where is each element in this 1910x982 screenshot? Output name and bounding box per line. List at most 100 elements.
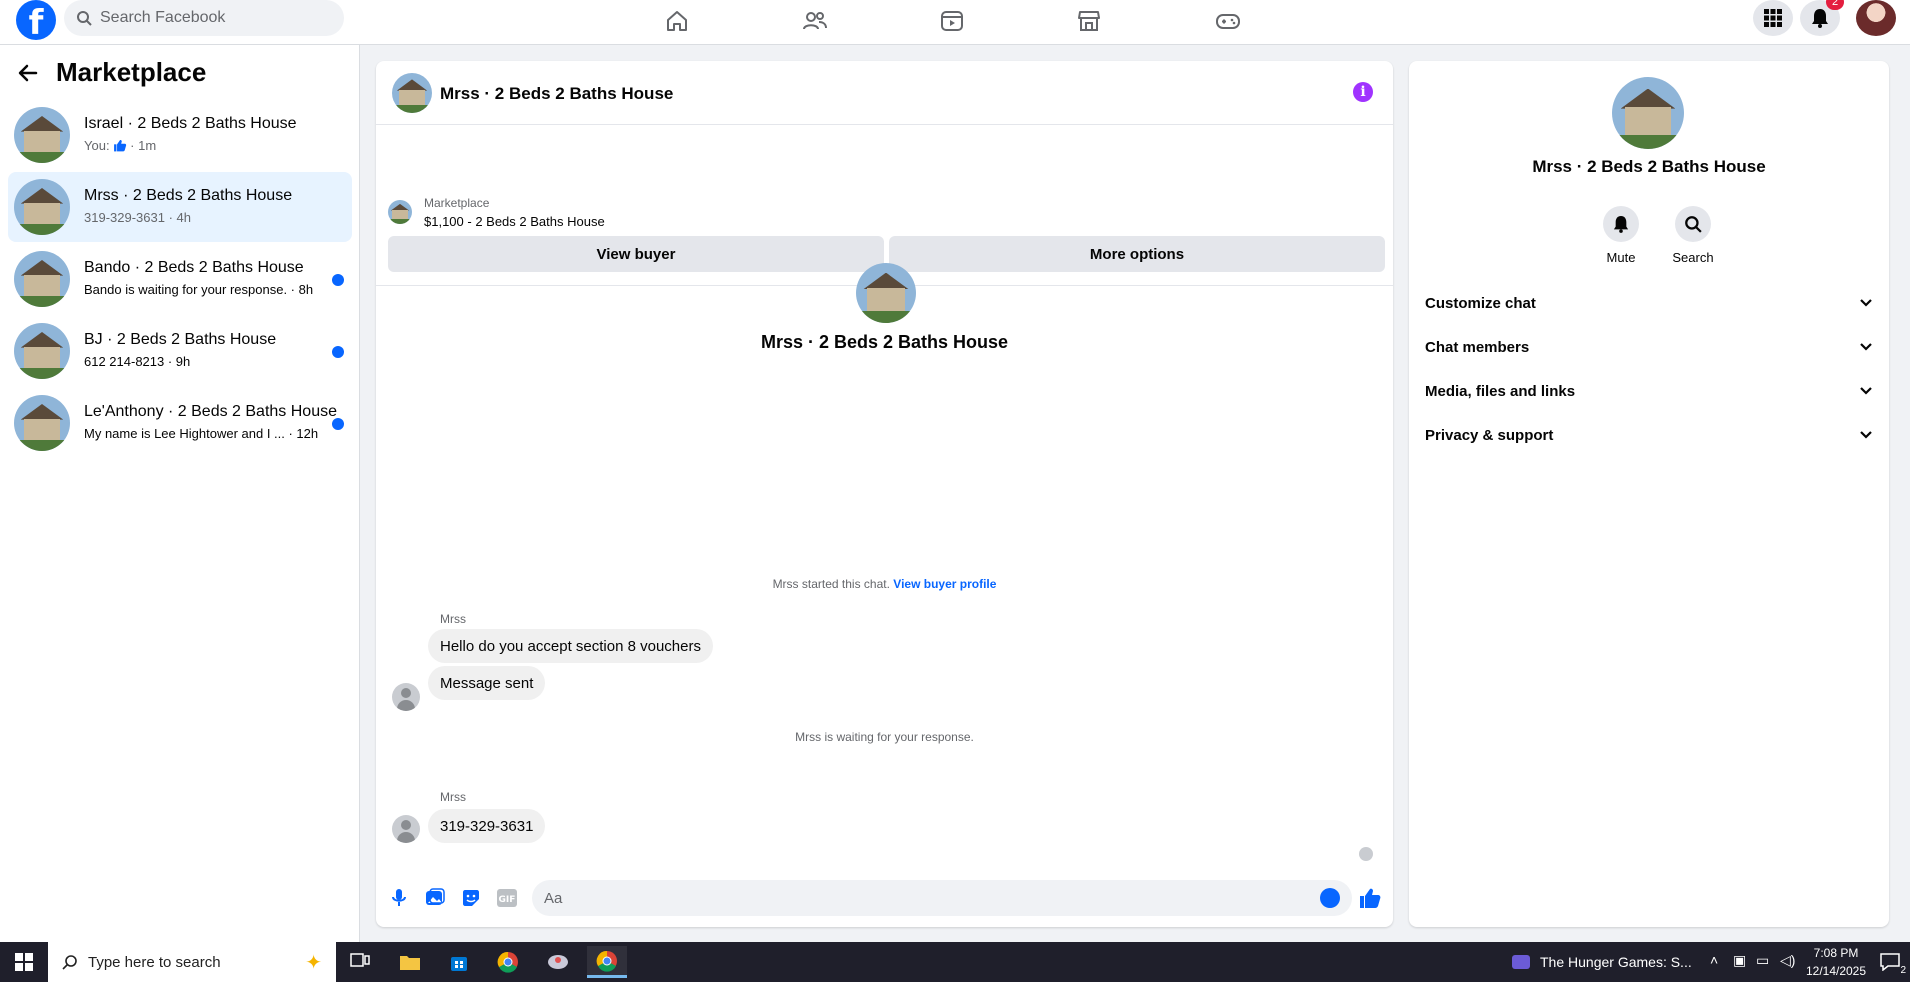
facebook-logo[interactable]: f bbox=[16, 0, 56, 40]
section-label: Privacy & support bbox=[1425, 426, 1554, 444]
preview-prefix: You: bbox=[84, 138, 114, 153]
game-app-icon[interactable] bbox=[538, 946, 578, 978]
conversation-item[interactable]: BJ · 2 Beds 2 Baths House 612 214-8213 · … bbox=[8, 316, 352, 386]
more-options-button[interactable]: More options bbox=[889, 236, 1385, 272]
taskbar-clock[interactable]: 7:08 PM 12/14/2025 bbox=[1804, 944, 1868, 980]
conversation-name: Israel · 2 Beds 2 Baths House bbox=[84, 115, 297, 132]
chevron-down-icon bbox=[1860, 431, 1872, 439]
taskbar-search-input[interactable]: Type here to search ✦ bbox=[48, 942, 336, 982]
chat-started-notice: Mrss started this chat. View buyer profi… bbox=[376, 577, 1393, 591]
conversation-avatar bbox=[14, 395, 70, 451]
camera-tray-icon[interactable]: ▣ bbox=[1733, 952, 1746, 969]
details-avatar bbox=[1612, 77, 1684, 149]
unread-dot bbox=[332, 418, 344, 430]
chevron-down-icon bbox=[1860, 343, 1872, 351]
friends-icon[interactable] bbox=[798, 4, 832, 38]
message-bubble[interactable]: Hello do you accept section 8 vouchers bbox=[428, 629, 713, 663]
conversation-item[interactable]: Le'Anthony · 2 Beds 2 Baths House My name… bbox=[8, 388, 352, 458]
unread-dot bbox=[332, 274, 344, 286]
conversation-avatar bbox=[14, 251, 70, 307]
menu-grid-icon[interactable] bbox=[1753, 0, 1793, 36]
chevron-down-icon bbox=[1860, 387, 1872, 395]
media-widget[interactable]: The Hunger Games: S... bbox=[1512, 942, 1692, 982]
mute-button[interactable]: Mute bbox=[1591, 206, 1651, 265]
emoji-icon[interactable] bbox=[1320, 888, 1340, 908]
conversation-avatar bbox=[14, 107, 70, 163]
volume-icon[interactable]: ◁) bbox=[1780, 952, 1795, 969]
view-buyer-profile-link[interactable]: View buyer profile bbox=[893, 577, 996, 591]
chat-header-avatar[interactable] bbox=[392, 73, 432, 113]
chat-header: Mrss · 2 Beds 2 Baths House i bbox=[376, 61, 1393, 125]
notification-center-icon[interactable]: 2 bbox=[1870, 946, 1910, 978]
preview-text: 319-329-3631 · 4h bbox=[84, 210, 191, 225]
message-input-placeholder: Aa bbox=[544, 889, 563, 907]
marketplace-icon[interactable] bbox=[1072, 4, 1106, 38]
media-app-icon bbox=[1512, 955, 1530, 969]
gif-icon[interactable]: GIF bbox=[496, 887, 518, 909]
microphone-icon[interactable] bbox=[388, 887, 410, 909]
message-input[interactable]: Aa bbox=[532, 880, 1352, 916]
thumbs-up-icon bbox=[113, 138, 130, 153]
home-icon[interactable] bbox=[660, 4, 694, 38]
chrome-icon[interactable] bbox=[488, 946, 528, 978]
photo-icon[interactable] bbox=[424, 887, 446, 909]
conversation-item[interactable]: Mrss · 2 Beds 2 Baths House 319-329-3631 … bbox=[8, 172, 352, 242]
search-in-chat-button[interactable]: Search bbox=[1663, 206, 1723, 265]
message-composer: GIF Aa bbox=[376, 871, 1393, 927]
windows-start-icon[interactable] bbox=[4, 946, 44, 978]
message-bubble[interactable]: Message sent bbox=[428, 666, 546, 700]
mute-label: Mute bbox=[1606, 250, 1636, 265]
chat-center-avatar bbox=[856, 263, 916, 323]
section-label: Chat members bbox=[1425, 338, 1530, 356]
section-privacy-support[interactable]: Privacy & support bbox=[1425, 415, 1873, 455]
listing-price[interactable]: $1,100 - 2 Beds 2 Baths House bbox=[424, 214, 605, 229]
conversation-name: Bando · 2 Beds 2 Baths House bbox=[84, 259, 304, 276]
section-label: Media, files and links bbox=[1425, 382, 1576, 400]
conversation-item[interactable]: Israel · 2 Beds 2 Baths House You: · 1m bbox=[8, 100, 352, 170]
sidebar-header: Marketplace bbox=[18, 57, 206, 88]
preview-text: 612 214-8213 · 9h bbox=[84, 354, 191, 369]
listing-source: Marketplace bbox=[424, 196, 490, 210]
video-icon[interactable] bbox=[935, 4, 969, 38]
notification-count-badge: 2 bbox=[1826, 0, 1844, 10]
search-label: Search bbox=[1672, 250, 1714, 265]
network-icon[interactable]: ▭ bbox=[1756, 952, 1769, 969]
sidebar-title: Marketplace bbox=[56, 57, 207, 87]
chrome-icon-active[interactable] bbox=[587, 946, 627, 978]
conversation-item[interactable]: Bando · 2 Beds 2 Baths House Bando is wai… bbox=[8, 244, 352, 314]
store-icon[interactable] bbox=[439, 946, 479, 978]
section-customize-chat[interactable]: Customize chat bbox=[1425, 283, 1873, 323]
details-title: Mrss · 2 Beds 2 Baths House bbox=[1532, 157, 1766, 176]
gaming-icon[interactable] bbox=[1211, 4, 1245, 38]
section-label: Customize chat bbox=[1425, 294, 1536, 312]
sticker-icon[interactable] bbox=[460, 887, 482, 909]
sender-avatar[interactable] bbox=[392, 815, 420, 843]
conversation-preview: You: · 1m bbox=[84, 138, 156, 153]
waiting-notice: Mrss is waiting for your response. bbox=[795, 730, 974, 744]
back-arrow-icon[interactable] bbox=[18, 63, 38, 83]
message-sender-name: Mrss bbox=[440, 790, 466, 804]
task-view-icon[interactable] bbox=[340, 946, 380, 978]
preview-text: · 1m bbox=[130, 138, 157, 153]
conversation-avatar bbox=[14, 323, 70, 379]
preview-text: My name is Lee Hightower and I ... · 12h bbox=[84, 426, 319, 441]
conversation-name: Le'Anthony · 2 Beds 2 Baths House bbox=[84, 403, 337, 420]
message-bubble[interactable]: 319-329-3631 bbox=[428, 809, 546, 843]
view-buyer-button[interactable]: View buyer bbox=[388, 236, 884, 272]
chat-header-title[interactable]: Mrss · 2 Beds 2 Baths House bbox=[440, 84, 673, 104]
sender-avatar[interactable] bbox=[392, 683, 420, 711]
search-icon bbox=[1685, 216, 1702, 233]
info-icon[interactable]: i bbox=[1353, 82, 1373, 102]
bell-icon bbox=[1613, 216, 1629, 233]
section-chat-members[interactable]: Chat members bbox=[1425, 327, 1873, 367]
section-media-files-links[interactable]: Media, files and links bbox=[1425, 371, 1873, 411]
file-explorer-icon[interactable] bbox=[390, 946, 430, 978]
search-facebook-input[interactable]: Search Facebook bbox=[64, 0, 344, 36]
chat-window: Mrss · 2 Beds 2 Baths House i Marketplac… bbox=[376, 61, 1393, 927]
notifications-button[interactable]: 2 bbox=[1800, 0, 1844, 36]
conversation-preview: 612 214-8213 · 9h bbox=[84, 354, 190, 369]
notification-center-count: 2 bbox=[1900, 965, 1906, 976]
thumbs-up-icon[interactable] bbox=[1359, 887, 1381, 909]
profile-avatar[interactable] bbox=[1856, 0, 1896, 36]
chevron-up-icon[interactable]: ˄ bbox=[1710, 952, 1718, 968]
